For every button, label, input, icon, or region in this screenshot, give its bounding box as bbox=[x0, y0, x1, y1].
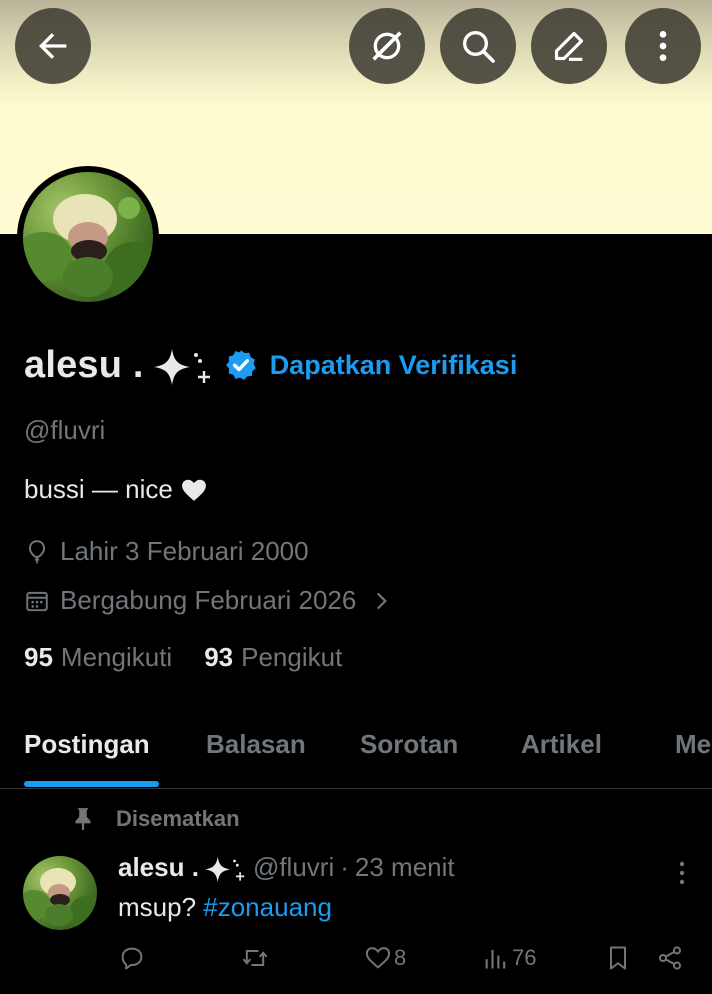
bookmark-button[interactable] bbox=[604, 944, 632, 972]
post-hashtag[interactable]: #zonauang bbox=[203, 892, 332, 922]
bookmark-icon bbox=[610, 946, 626, 970]
edit-icon bbox=[554, 31, 584, 61]
verified-badge-icon[interactable] bbox=[224, 348, 258, 382]
pinned-label: Disematkan bbox=[116, 806, 240, 831]
following-label: Mengikuti bbox=[60, 642, 173, 672]
post-header: alesu . @fluvri · 23 menit bbox=[118, 852, 455, 883]
get-verified-link[interactable]: Dapatkan Verifikasi bbox=[270, 350, 518, 381]
reply-button[interactable] bbox=[118, 944, 146, 972]
bio-text: bussi — nice bbox=[24, 474, 173, 504]
post-separator: · bbox=[340, 852, 349, 882]
like-button[interactable]: 8 bbox=[364, 944, 406, 972]
search-button[interactable] bbox=[440, 8, 516, 84]
post-author-avatar[interactable] bbox=[23, 856, 97, 930]
tab-media[interactable]: Me bbox=[675, 729, 711, 760]
tab-sorotan[interactable]: Sorotan bbox=[360, 729, 458, 760]
post-author-handle[interactable]: @fluvri bbox=[253, 852, 334, 883]
calendar-icon bbox=[26, 591, 48, 611]
like-count: 8 bbox=[394, 945, 407, 970]
search-icon bbox=[463, 31, 495, 63]
followers-count: 93 bbox=[204, 642, 234, 672]
followers-link[interactable]: 93 Pengikut bbox=[204, 642, 342, 673]
repost-button[interactable] bbox=[241, 944, 269, 972]
more-vertical-icon bbox=[659, 31, 667, 61]
profile-bio: bussi — nice bbox=[24, 474, 207, 505]
post-text: msup? bbox=[118, 892, 204, 922]
more-button[interactable] bbox=[625, 8, 701, 84]
heart-icon bbox=[365, 947, 391, 969]
avatar-image bbox=[23, 172, 153, 302]
sparkle-icon bbox=[205, 856, 245, 882]
name-row: alesu . Dapatkan Verifikasi bbox=[24, 340, 517, 390]
balloon-icon bbox=[28, 539, 46, 563]
tab-postingan[interactable]: Postingan bbox=[24, 729, 150, 760]
grok-icon bbox=[372, 31, 402, 61]
post-author-name[interactable]: alesu . bbox=[118, 852, 199, 883]
follow-stats: 95 Mengikuti 93 Pengikut bbox=[24, 642, 342, 673]
pin-icon bbox=[75, 808, 91, 830]
profile-avatar[interactable] bbox=[17, 166, 159, 308]
arrow-left-icon bbox=[39, 33, 67, 59]
display-name: alesu . bbox=[24, 343, 144, 386]
heart-emoji-icon bbox=[181, 479, 206, 501]
share-button[interactable] bbox=[656, 944, 684, 972]
repost-icon bbox=[242, 950, 268, 966]
grok-button[interactable] bbox=[349, 8, 425, 84]
chevron-right-icon bbox=[377, 592, 388, 609]
following-link[interactable]: 95 Mengikuti bbox=[24, 642, 172, 673]
followers-label: Pengikut bbox=[241, 642, 343, 672]
profile-handle: @fluvri bbox=[24, 415, 106, 445]
analytics-icon bbox=[485, 949, 506, 969]
views-button[interactable]: 76 bbox=[482, 944, 536, 972]
following-count: 95 bbox=[24, 642, 53, 672]
share-icon bbox=[658, 946, 682, 970]
birthday-text: Lahir 3 Februari 2000 bbox=[60, 536, 309, 566]
post-more-icon[interactable] bbox=[670, 858, 694, 888]
tab-balasan[interactable]: Balasan bbox=[206, 729, 306, 760]
birthday-row: Lahir 3 Februari 2000 bbox=[24, 536, 309, 567]
post-body: msup? #zonauang bbox=[118, 892, 332, 923]
sparkle-icon bbox=[153, 349, 210, 385]
pinned-indicator: Disematkan bbox=[70, 806, 240, 832]
view-count: 76 bbox=[512, 945, 537, 970]
tab-artikel[interactable]: Artikel bbox=[521, 729, 602, 760]
joined-text: Bergabung Februari 2026 bbox=[60, 585, 357, 615]
post-timestamp[interactable]: 23 menit bbox=[355, 852, 455, 883]
reply-icon bbox=[121, 947, 143, 970]
joined-row[interactable]: Bergabung Februari 2026 bbox=[24, 585, 394, 616]
back-button[interactable] bbox=[15, 8, 91, 84]
edit-button[interactable] bbox=[531, 8, 607, 84]
active-tab-indicator bbox=[24, 781, 159, 787]
profile-tabs: Postingan Balasan Sorotan Artikel Me bbox=[0, 715, 712, 789]
